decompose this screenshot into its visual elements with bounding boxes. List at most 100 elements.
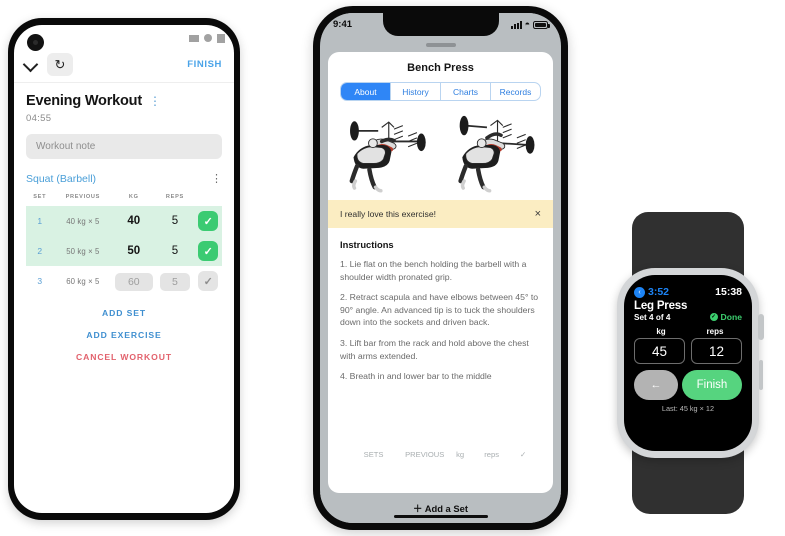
workout-elapsed-time: 04:55 (26, 113, 52, 124)
reps-unit-label: reps (706, 327, 724, 336)
home-indicator (393, 514, 488, 518)
instruction-step: 3. Lift bar from the rack and hold above… (340, 338, 529, 361)
set-number: 2 (26, 236, 54, 266)
bench-press-illustration-start (349, 121, 426, 193)
iphone-bottom-bar: ＋ Add a Set (320, 493, 561, 523)
watch-exercise-name: Leg Press (634, 300, 688, 312)
finish-button[interactable]: Finish (682, 370, 742, 400)
kg-field[interactable]: 45 (634, 338, 685, 364)
android-status-bar (14, 25, 234, 47)
check-icon: ✓ (709, 313, 718, 321)
apple-watch-device: ‹ 3:52 15:38 Leg Press Set 4 of 4 ✓ Done… (603, 196, 773, 528)
wifi-icon: ◓ (524, 19, 530, 29)
watch-case: ‹ 3:52 15:38 Leg Press Set 4 of 4 ✓ Done… (617, 268, 764, 458)
set-complete-cell[interactable]: ✓ (194, 206, 222, 236)
add-exercise-button[interactable]: ADD EXERCISE (26, 330, 222, 340)
table-row[interactable]: 1 40 kg × 5 40 5 ✓ (26, 206, 222, 236)
cellular-bars-icon (510, 21, 522, 29)
instruction-step: 2. Retract scapula and have elbows betwe… (340, 292, 539, 328)
set-previous: 60 kg × 5 (66, 276, 100, 286)
set-reps-input[interactable]: 5 (155, 206, 195, 236)
workout-title-row: Evening Workout ⋮ (26, 93, 222, 109)
iphone-device: 9:41 ◓ Bench Press About History Charts … (313, 6, 568, 530)
check-icon[interactable]: ✓ (198, 241, 219, 261)
set-number: 1 (26, 206, 54, 236)
workout-note-input[interactable]: Workout note (26, 134, 222, 159)
column-header-previous: PREVIOUS (65, 194, 101, 200)
status-icons: ◓ (510, 19, 550, 29)
status-time: 9:41 (333, 19, 353, 30)
watch-set-row: Set 4 of 4 ✓ Done (634, 312, 742, 322)
notch-icon (382, 13, 499, 36)
check-icon[interactable]: ✓ (198, 211, 219, 231)
android-app-bar: ↻ FINISH (14, 47, 234, 83)
mockup-scene: ↻ FINISH Evening Workout ⋮ 04:55 Workout… (0, 0, 785, 536)
set-complete-cell[interactable]: ✓ (195, 266, 222, 296)
exercise-name-link[interactable]: Squat (Barbell) (26, 173, 96, 185)
reps-field[interactable]: 12 (691, 338, 742, 364)
rest-timer-button[interactable]: ↻ (47, 53, 73, 76)
set-kg-cell[interactable]: 60 (112, 266, 155, 296)
back-chevron-icon[interactable]: ‹ (634, 286, 645, 298)
table-row[interactable]: 3 60 kg × 5 60 5 ✓ (26, 266, 222, 296)
set-complete-cell[interactable]: ✓ (194, 236, 222, 266)
watch-set-progress: Set 4 of 4 (634, 312, 671, 322)
segmented-tabs: About History Charts Records (340, 82, 541, 101)
exercise-detail-sheet: Bench Press About History Charts Records (328, 52, 553, 493)
add-set-button[interactable]: ADD SET (26, 308, 222, 318)
sheet-grabber-icon[interactable] (425, 43, 456, 47)
add-a-set-button[interactable]: ＋ Add a Set (413, 501, 468, 515)
bench-press-illustration-end (458, 115, 535, 193)
cancel-workout-button[interactable]: CANCEL WORKOUT (26, 352, 222, 362)
kg-unit-label: kg (656, 327, 666, 336)
last-set-summary: Last: 45 kg × 12 (661, 404, 715, 413)
add-a-set-label: Add a Set (424, 503, 468, 514)
ghost-col-check: ✓ (520, 450, 527, 459)
table-row[interactable]: 2 50 kg × 5 50 5 ✓ (26, 236, 222, 266)
timer-icon: ↻ (54, 57, 66, 72)
chevron-down-icon[interactable] (24, 58, 37, 71)
tab-about[interactable]: About (341, 83, 391, 100)
finish-button[interactable]: FINISH (187, 59, 222, 70)
workout-overflow-icon[interactable]: ⋮ (149, 95, 161, 107)
sets-table: SET PREVIOUS KG REPS 1 40 kg × 5 40 5 ✓ … (26, 194, 222, 296)
close-icon[interactable]: × (535, 208, 541, 220)
instruction-step: 1. Lie flat on the bench holding the bar… (340, 259, 527, 282)
watch-clock: 15:38 (715, 286, 742, 298)
watch-top-bar: ‹ 3:52 15:38 (634, 286, 742, 298)
android-content: Evening Workout ⋮ 04:55 Workout note Squ… (14, 83, 234, 513)
set-kg-input[interactable]: 40 (112, 206, 156, 236)
page-title: Bench Press (407, 62, 474, 74)
exercise-header-row: Squat (Barbell) ⋮ (26, 172, 222, 186)
set-previous: 40 kg × 5 (53, 206, 113, 236)
ghost-col-kg: kg (456, 450, 465, 459)
ghost-col-previous: PREVIOUS (405, 450, 445, 459)
watch-screen: ‹ 3:52 15:38 Leg Press Set 4 of 4 ✓ Done… (624, 275, 752, 451)
watch-field-units: kg reps (634, 327, 742, 336)
done-label: Done (720, 312, 742, 322)
circle-icon (204, 34, 212, 42)
table-header-row: SET PREVIOUS KG REPS (26, 194, 222, 206)
column-header-reps: REPS (165, 194, 184, 200)
check-icon[interactable]: ✓ (198, 271, 219, 291)
set-reps-input[interactable]: 5 (155, 236, 195, 266)
set-previous: 50 kg × 5 (53, 236, 113, 266)
watch-actions: ← Finish (634, 370, 742, 400)
previous-set-button[interactable]: ← (634, 370, 678, 400)
exercise-overflow-icon[interactable]: ⋮ (211, 172, 222, 185)
set-reps-cell[interactable]: 5 (155, 266, 194, 296)
status-badge: ✓ Done (709, 312, 742, 322)
set-reps-input[interactable]: 5 (159, 272, 190, 291)
square-icon (217, 33, 225, 43)
set-kg-input[interactable]: 60 (114, 272, 153, 291)
front-camera-icon (27, 34, 44, 51)
instructions-heading: Instructions (340, 239, 394, 250)
tab-charts[interactable]: Charts (441, 83, 491, 100)
set-kg-input[interactable]: 50 (112, 236, 156, 266)
tab-history[interactable]: History (391, 83, 441, 100)
digital-crown-icon[interactable] (758, 314, 764, 340)
rest-timer-value[interactable]: 3:52 (648, 286, 669, 298)
column-header-set: SET (33, 194, 47, 200)
side-button-icon[interactable] (759, 360, 763, 390)
tab-records[interactable]: Records (491, 83, 540, 100)
